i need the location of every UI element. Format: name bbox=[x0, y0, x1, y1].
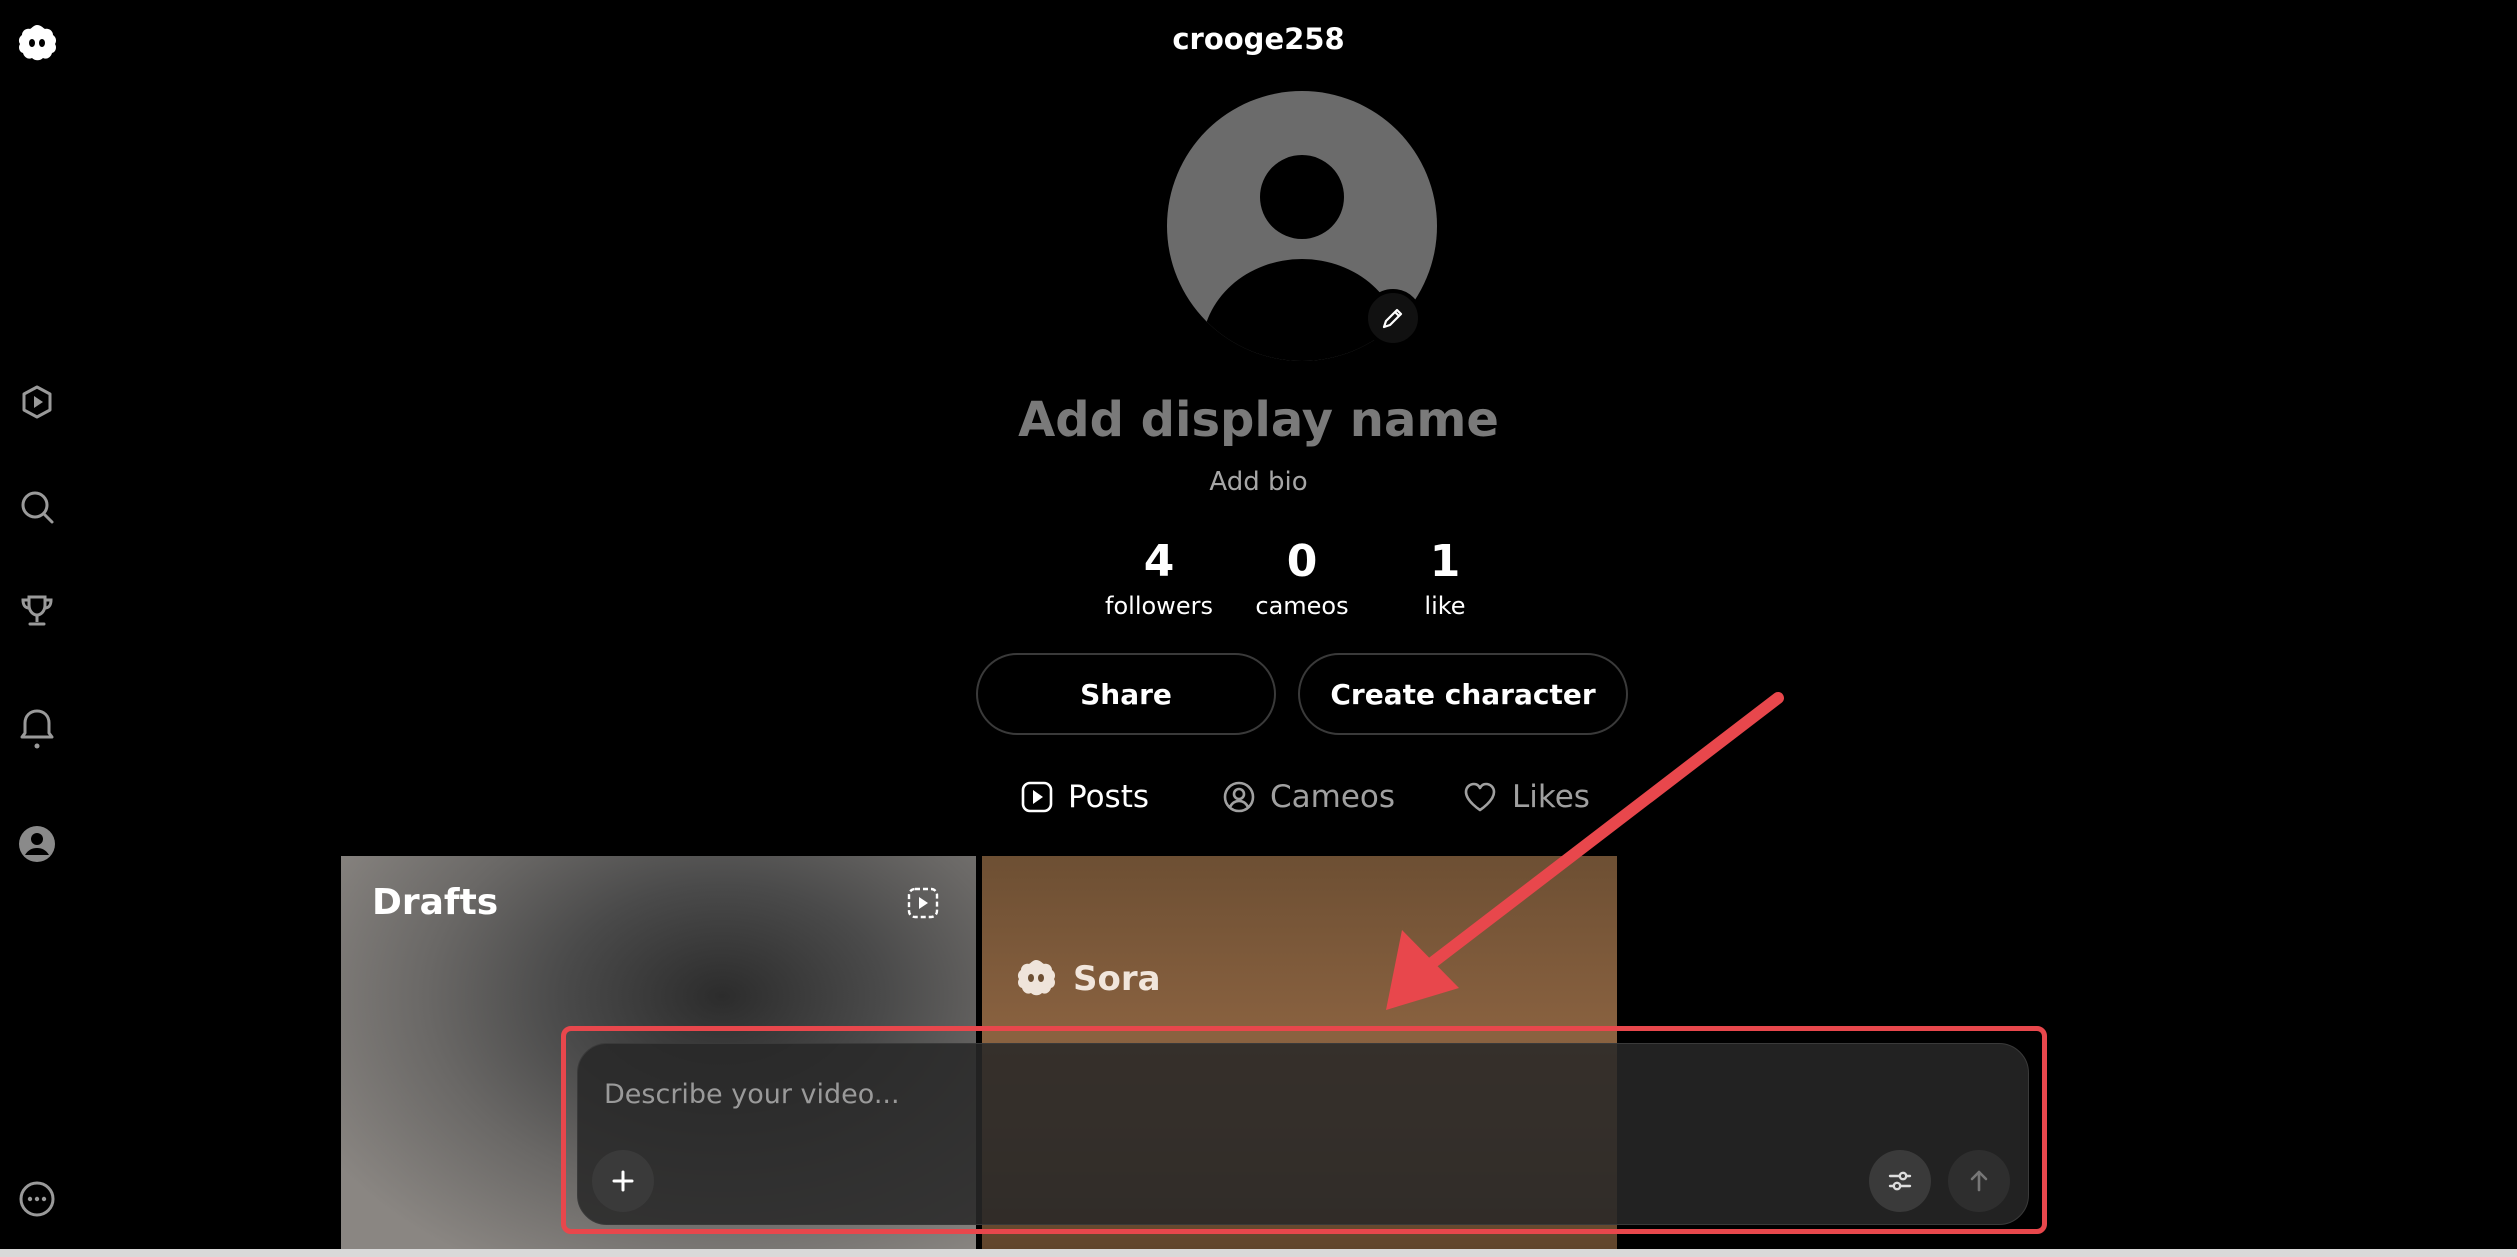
share-button[interactable]: Share bbox=[976, 653, 1276, 735]
tab-label: Posts bbox=[1068, 779, 1150, 815]
edit-avatar-button[interactable] bbox=[1364, 289, 1422, 347]
profile-icon[interactable] bbox=[14, 821, 60, 867]
stat-label: like bbox=[1424, 592, 1466, 620]
stat-label: cameos bbox=[1255, 592, 1349, 620]
stat-likes[interactable]: 1 like bbox=[1365, 535, 1525, 623]
arrow-up-icon bbox=[1970, 1170, 1988, 1192]
drafts-video-icon bbox=[907, 887, 939, 919]
bio-placeholder[interactable]: Add bio bbox=[0, 467, 2517, 497]
stat-cameos[interactable]: 0 cameos bbox=[1222, 535, 1382, 623]
stat-value: 1 bbox=[1429, 536, 1461, 587]
stat-value: 4 bbox=[1143, 536, 1175, 587]
notifications-icon[interactable] bbox=[14, 705, 60, 751]
username-title: crooge258 bbox=[1172, 22, 1345, 56]
sora-logo-icon bbox=[1017, 960, 1056, 996]
stat-followers[interactable]: 4 followers bbox=[1079, 535, 1239, 623]
settings-button[interactable] bbox=[1869, 1150, 1931, 1212]
tab-likes[interactable]: Likes bbox=[1462, 772, 1590, 822]
sora-watermark: Sora bbox=[1013, 956, 1161, 1002]
prompt-input[interactable] bbox=[604, 1074, 1804, 1114]
drafts-title: Drafts bbox=[372, 882, 499, 923]
trophy-icon[interactable] bbox=[14, 588, 60, 634]
stat-label: followers bbox=[1105, 592, 1213, 620]
create-character-button[interactable]: Create character bbox=[1298, 653, 1628, 735]
tab-cameos[interactable]: Cameos bbox=[1222, 772, 1395, 822]
heart-icon bbox=[1464, 782, 1496, 812]
plus-icon bbox=[612, 1170, 634, 1192]
tab-label: Cameos bbox=[1270, 779, 1396, 815]
add-media-button[interactable] bbox=[592, 1150, 654, 1212]
tab-label: Likes bbox=[1512, 779, 1590, 815]
play-square-icon bbox=[1021, 781, 1053, 813]
person-circle-icon bbox=[1223, 781, 1255, 813]
sora-label: Sora bbox=[1073, 959, 1161, 999]
display-name-placeholder[interactable]: Add display name bbox=[0, 392, 2517, 448]
submit-button[interactable] bbox=[1948, 1150, 2010, 1212]
pencil-icon bbox=[1382, 308, 1403, 329]
tab-posts[interactable]: Posts bbox=[1020, 772, 1149, 822]
more-icon[interactable] bbox=[14, 1176, 60, 1222]
prompt-composer bbox=[577, 1043, 2029, 1225]
bottom-scrollbar bbox=[0, 1249, 2517, 1257]
sliders-icon bbox=[1888, 1171, 1912, 1191]
profile-page: crooge258 Add display name Add bio 4 fol… bbox=[0, 0, 2517, 1257]
stat-value: 0 bbox=[1286, 536, 1318, 587]
sidebar bbox=[0, 0, 74, 1257]
